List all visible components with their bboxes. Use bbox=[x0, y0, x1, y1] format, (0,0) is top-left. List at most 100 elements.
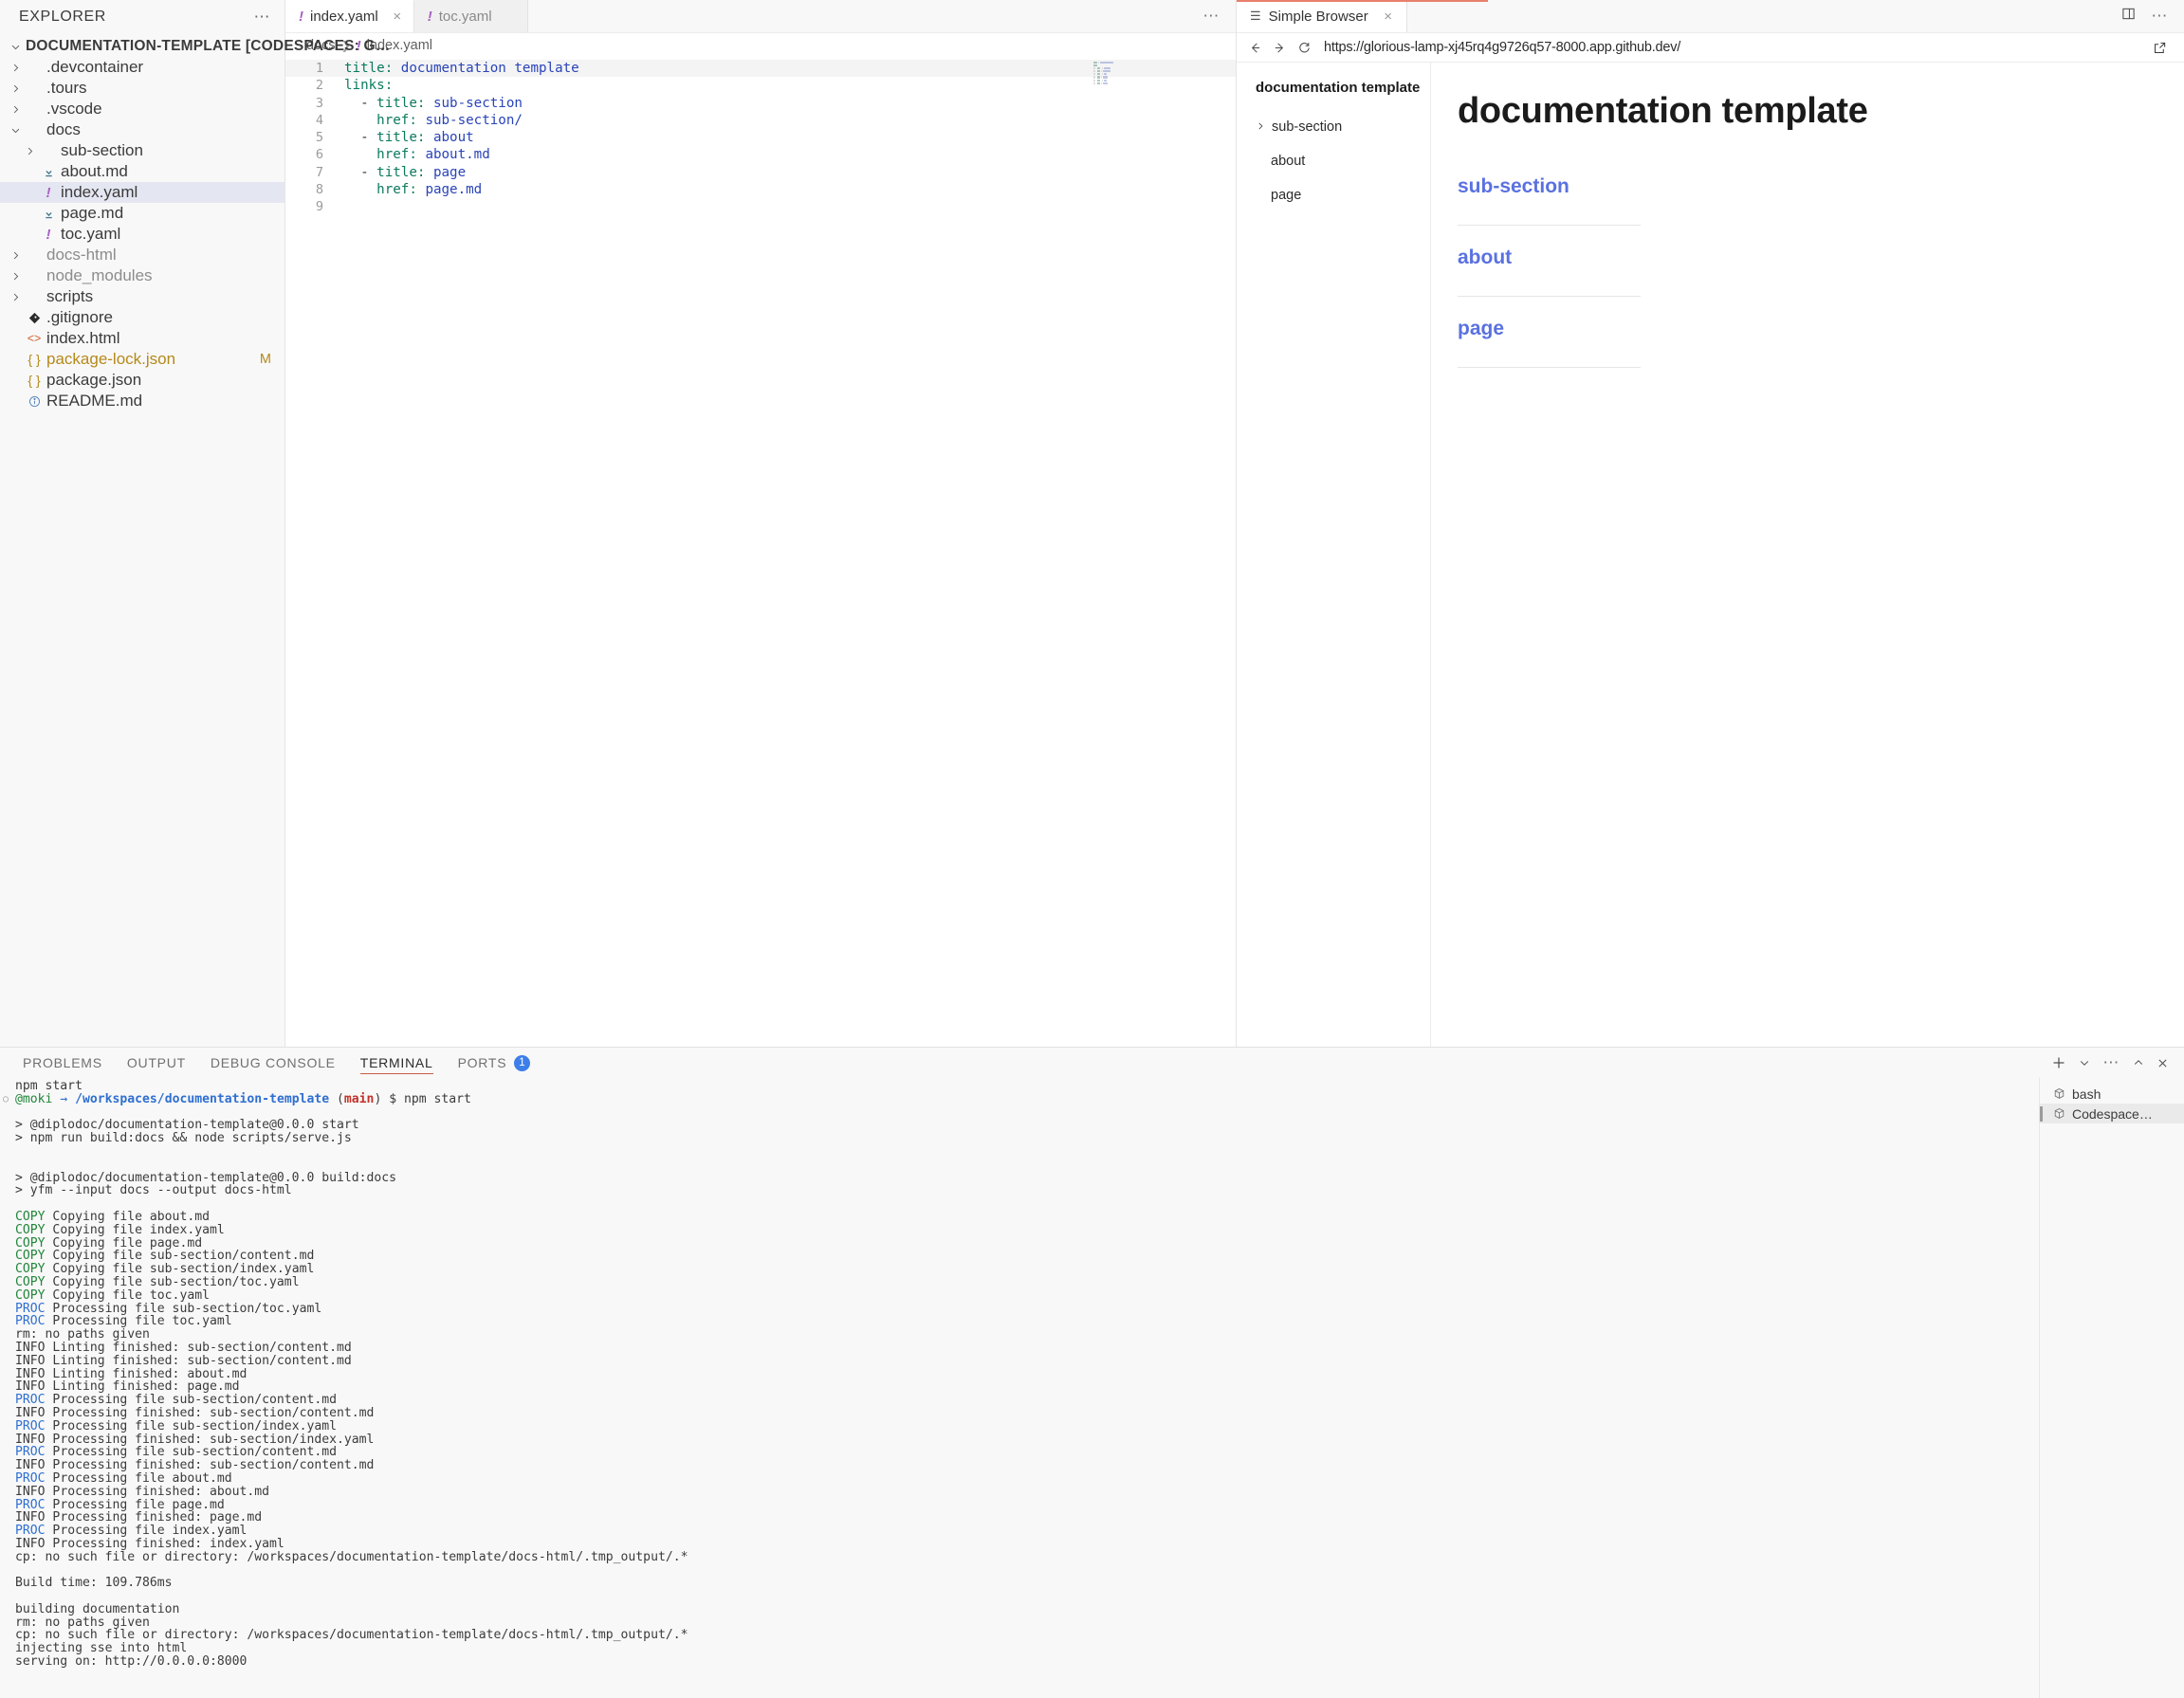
tree-item-page-md[interactable]: page.md bbox=[0, 203, 284, 224]
tree-item-index-yaml[interactable]: ! index.yaml bbox=[0, 182, 284, 203]
terminal-line: > @diplodoc/documentation-template@0.0.0… bbox=[15, 1170, 397, 1185]
doc-toc-item-about[interactable]: about bbox=[1250, 151, 1430, 172]
editor-tabbar-actions: ⋯ bbox=[1202, 0, 1236, 32]
tree-item-readme-md[interactable]: README.md bbox=[0, 391, 284, 411]
tree-item--tours[interactable]: .tours bbox=[0, 78, 284, 99]
split-editor-icon[interactable] bbox=[2121, 7, 2136, 26]
open-external-icon[interactable] bbox=[2148, 36, 2171, 59]
url-input[interactable]: https://glorious-lamp-xj45rq4g9726q57-80… bbox=[1324, 40, 1680, 55]
panel-tab-debug-console[interactable]: DEBUG CONSOLE bbox=[211, 1048, 336, 1078]
terminal-line: INFO Linting finished: sub-section/conte… bbox=[15, 1353, 352, 1368]
chevron-down-icon[interactable] bbox=[8, 42, 24, 52]
tab-simple-browser[interactable]: ☰ Simple Browser × bbox=[1237, 0, 1407, 32]
code-editor[interactable]: 1 title: documentation template 2 links: 3 -… bbox=[285, 58, 1236, 1047]
chevron-up-icon[interactable] bbox=[2133, 1057, 2144, 1068]
line-content: - title: sub-section bbox=[344, 95, 523, 111]
back-icon[interactable] bbox=[1242, 35, 1267, 60]
line-content: - title: page bbox=[344, 164, 467, 180]
tree-item-node-modules[interactable]: node_modules bbox=[0, 265, 284, 286]
terminal-line: COPY Copying file about.md bbox=[15, 1209, 210, 1224]
code-line[interactable]: 8 href: page.md bbox=[285, 181, 1236, 198]
code-line[interactable]: 4 href: sub-section/ bbox=[285, 112, 1236, 129]
panel-tab-problems[interactable]: PROBLEMS bbox=[23, 1048, 102, 1078]
html-icon: <> bbox=[27, 331, 42, 345]
panel-tab-ports[interactable]: PORTS 1 bbox=[458, 1048, 531, 1078]
chevron-right-icon[interactable] bbox=[8, 63, 24, 73]
terminal-line: INFO Processing finished: sub-section/in… bbox=[15, 1432, 375, 1447]
tree-item-about-md[interactable]: about.md bbox=[0, 161, 284, 182]
terminal-tab-codespace-[interactable]: Codespace… bbox=[2040, 1104, 2184, 1123]
terminal-tab-bash[interactable]: bash bbox=[2040, 1084, 2184, 1104]
workspace-root-row[interactable]: DOCUMENTATION-TEMPLATE [CODESPACES: G… bbox=[0, 36, 390, 57]
terminal-output[interactable]: npm start ○ @moki → /workspaces/documentat… bbox=[0, 1078, 2039, 1698]
tree-item-index-html[interactable]: <> index.html bbox=[0, 328, 284, 349]
minimap[interactable] bbox=[1092, 62, 1125, 88]
doc-toc-item-sub-section[interactable]: sub-section bbox=[1250, 117, 1430, 137]
tree-item-docs-html[interactable]: docs-html bbox=[0, 245, 284, 265]
panel-tab-output[interactable]: OUTPUT bbox=[127, 1048, 186, 1078]
terminal-line: PROC Processing file sub-section/toc.yam… bbox=[15, 1301, 322, 1316]
explorer-more-icon[interactable]: ⋯ bbox=[254, 9, 272, 25]
chevron-right-icon[interactable] bbox=[8, 271, 24, 282]
tree-item-sub-section[interactable]: sub-section bbox=[0, 140, 284, 161]
tree-item-docs[interactable]: docs bbox=[0, 119, 284, 140]
terminal-line: INFO Processing finished: page.md bbox=[15, 1510, 263, 1525]
tree-item-package-lock-json[interactable]: { } package-lock.json M bbox=[0, 349, 284, 370]
tree-item-label: node_modules bbox=[46, 266, 153, 284]
editor-more-actions-icon[interactable]: ⋯ bbox=[1202, 8, 1220, 24]
terminal-line: COPY Copying file sub-section/toc.yaml bbox=[15, 1274, 300, 1289]
json-icon: { } bbox=[28, 352, 41, 367]
doc-link-sub-section[interactable]: sub-section bbox=[1458, 175, 1569, 197]
chevron-right-icon[interactable] bbox=[8, 250, 24, 261]
editor-tab-toc-yaml[interactable]: ! toc.yaml bbox=[413, 0, 528, 32]
chevron-right-icon[interactable] bbox=[8, 83, 24, 94]
tree-item-scripts[interactable]: scripts bbox=[0, 286, 284, 307]
line-number: 4 bbox=[315, 112, 323, 128]
terminal-line: PROC Processing file page.md bbox=[15, 1497, 225, 1512]
chevron-right-icon[interactable] bbox=[8, 292, 24, 302]
chevron-down-icon[interactable] bbox=[2079, 1057, 2090, 1068]
panel-more-icon[interactable]: ⋯ bbox=[2102, 1054, 2120, 1070]
close-panel-icon[interactable] bbox=[2156, 1057, 2169, 1069]
chevron-right-icon[interactable] bbox=[8, 104, 24, 115]
code-line[interactable]: 3 - title: sub-section bbox=[285, 95, 1236, 112]
browser-tabbar-actions: ⋯ bbox=[2121, 0, 2184, 32]
line-number: 8 bbox=[315, 182, 323, 198]
tree-item-package-json[interactable]: { } package.json bbox=[0, 370, 284, 391]
doc-link-about[interactable]: about bbox=[1458, 246, 1512, 268]
terminal-icon bbox=[2053, 1087, 2065, 1100]
terminal-line: PROC Processing file sub-section/index.y… bbox=[15, 1418, 337, 1433]
code-line[interactable]: 5 - title: about bbox=[285, 129, 1236, 146]
line-number: 3 bbox=[315, 95, 323, 111]
close-icon[interactable]: × bbox=[391, 9, 404, 25]
chevron-down-icon[interactable] bbox=[8, 125, 24, 136]
tree-item-toc-yaml[interactable]: ! toc.yaml bbox=[0, 224, 284, 245]
line-number: 7 bbox=[315, 164, 323, 180]
doc-content: documentation template sub-section about p… bbox=[1431, 63, 2184, 1047]
terminal-tab-list: bash Codespace… bbox=[2039, 1078, 2184, 1698]
doc-link-page[interactable]: page bbox=[1458, 318, 1504, 339]
tree-item--devcontainer[interactable]: .devcontainer bbox=[0, 57, 284, 78]
reload-icon[interactable] bbox=[1292, 35, 1316, 60]
code-line[interactable]: 9 bbox=[285, 198, 1236, 215]
tree-item--vscode[interactable]: .vscode bbox=[0, 99, 284, 119]
panel-tab-terminal[interactable]: TERMINAL bbox=[359, 1048, 433, 1078]
new-terminal-icon[interactable] bbox=[2051, 1055, 2066, 1070]
browser-more-actions-icon[interactable]: ⋯ bbox=[2151, 8, 2169, 24]
chevron-right-icon[interactable] bbox=[1256, 119, 1265, 135]
terminal-line: npm start bbox=[15, 1079, 83, 1093]
close-icon[interactable]: × bbox=[1382, 9, 1395, 25]
forward-icon[interactable] bbox=[1267, 35, 1292, 60]
chevron-right-icon[interactable] bbox=[22, 146, 38, 156]
editor-tab-index-yaml[interactable]: ! index.yaml × bbox=[285, 0, 414, 32]
code-line[interactable]: 7 - title: page bbox=[285, 164, 1236, 181]
code-line[interactable]: 6 href: about.md bbox=[285, 146, 1236, 163]
markdown-icon bbox=[38, 166, 59, 178]
tree-item--gitignore[interactable]: .gitignore bbox=[0, 307, 284, 328]
bottom-panel: PROBLEMS OUTPUT DEBUG CONSOLE TERMINAL PORTS… bbox=[0, 1047, 2184, 1698]
doc-toc-item-page[interactable]: page bbox=[1250, 185, 1430, 206]
vscode-window: EXPLORER ⋯ DOCUMENTATION-TEMPLATE [CODES… bbox=[0, 0, 2184, 1698]
